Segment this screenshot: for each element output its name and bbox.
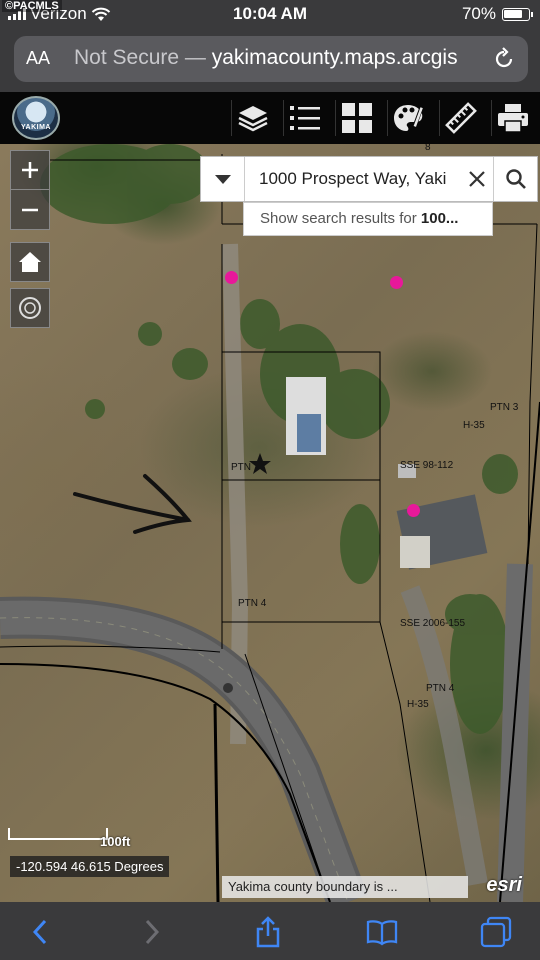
address-field[interactable]: AA Not Secure — yakimacounty.maps.arcgis bbox=[14, 36, 528, 82]
map-canvas bbox=[0, 144, 540, 902]
browser-toolbar bbox=[0, 902, 540, 960]
parcel-label: PTN bbox=[231, 462, 251, 473]
parcel-label: H-35 bbox=[463, 420, 485, 431]
parcel-label: PTN 4 bbox=[426, 683, 455, 694]
minus-icon bbox=[22, 208, 38, 211]
share-button[interactable] bbox=[248, 914, 288, 950]
parcel-label: PTN 3 bbox=[490, 402, 519, 413]
search-button[interactable] bbox=[493, 157, 537, 201]
legend-list-icon bbox=[290, 106, 320, 130]
style-button[interactable] bbox=[387, 100, 428, 136]
clock: 10:04 AM bbox=[232, 4, 307, 23]
parcel-label: SSE 2006-155 bbox=[400, 618, 466, 629]
layers-icon bbox=[238, 106, 268, 132]
battery-icon bbox=[502, 7, 533, 21]
basemap-gallery-button[interactable] bbox=[335, 100, 376, 136]
map-marker[interactable] bbox=[390, 276, 403, 289]
parcel-label: SSE 98-112 bbox=[400, 460, 454, 471]
yakima-county-logo: YAKIMA bbox=[12, 96, 60, 140]
bookmarks-button[interactable] bbox=[362, 914, 402, 950]
attribution[interactable]: Yakima county boundary is ... bbox=[222, 876, 468, 898]
battery-percent: 70% bbox=[461, 4, 496, 23]
measure-button[interactable] bbox=[439, 100, 480, 136]
chevron-right-icon bbox=[145, 919, 160, 945]
scale-bar bbox=[8, 828, 108, 840]
plus-icon bbox=[22, 162, 38, 178]
url-host: yakimacounty.maps.arcgis bbox=[211, 46, 458, 69]
search-input[interactable]: 1000 Prospect Way, Yaki bbox=[259, 169, 459, 189]
suggestion-term: 100... bbox=[420, 210, 459, 227]
tabs-icon bbox=[480, 916, 512, 948]
search-result-star-icon[interactable] bbox=[248, 452, 272, 476]
not-secure-label: Not Secure — bbox=[74, 46, 212, 69]
status-bar: Verizon ©PACMLS 10:04 AM 70% bbox=[0, 0, 540, 30]
print-icon bbox=[498, 104, 528, 133]
search-suggestion[interactable]: Show search results for 100... bbox=[243, 202, 493, 236]
caret-down-icon bbox=[214, 175, 231, 184]
zoom-controls bbox=[10, 150, 50, 230]
map-marker[interactable] bbox=[407, 504, 420, 517]
back-button[interactable] bbox=[20, 914, 60, 950]
locate-icon bbox=[19, 297, 41, 319]
map-app-header: YAKIMA bbox=[0, 92, 540, 144]
print-button[interactable] bbox=[491, 100, 532, 136]
logo-text: YAKIMA bbox=[21, 124, 51, 131]
scale-label: 100ft bbox=[100, 834, 131, 849]
basemap-gallery-icon bbox=[342, 103, 372, 133]
forward-button[interactable] bbox=[132, 914, 172, 950]
battery-group: 70% bbox=[461, 4, 533, 24]
share-icon bbox=[256, 916, 280, 948]
reload-icon[interactable] bbox=[492, 46, 516, 72]
layers-button[interactable] bbox=[231, 100, 272, 136]
url-text[interactable]: Not Secure — yakimacounty.maps.arcgis bbox=[74, 46, 484, 70]
zoom-out-button[interactable] bbox=[10, 190, 50, 229]
suggestion-prefix: Show search results for bbox=[260, 210, 421, 227]
legend-button[interactable] bbox=[283, 100, 324, 136]
browser-address-bar: AA Not Secure — yakimacounty.maps.arcgis bbox=[0, 30, 540, 92]
phone-screen: Verizon ©PACMLS 10:04 AM 70% AA Not Secu… bbox=[0, 0, 540, 960]
book-icon bbox=[366, 920, 398, 946]
locate-button[interactable] bbox=[10, 288, 50, 328]
clear-icon[interactable] bbox=[467, 169, 487, 189]
parcel-label: PTN 4 bbox=[238, 598, 267, 609]
coordinates-readout: -120.594 46.615 Degrees bbox=[10, 856, 170, 877]
ruler-icon bbox=[445, 102, 477, 134]
zoom-in-button[interactable] bbox=[10, 151, 50, 191]
map-marker[interactable] bbox=[225, 271, 238, 284]
parcel-label: 8 bbox=[425, 144, 431, 153]
vertex-dot bbox=[223, 683, 233, 693]
home-button[interactable] bbox=[10, 242, 50, 282]
search-source-dropdown[interactable] bbox=[201, 157, 245, 201]
chevron-left-icon bbox=[32, 919, 47, 945]
hand-drawn-arrow bbox=[73, 474, 192, 534]
parcel-label: H-35 bbox=[407, 699, 429, 710]
search-icon bbox=[505, 169, 526, 189]
palette-icon bbox=[394, 105, 424, 131]
tabs-button[interactable] bbox=[476, 914, 516, 950]
search-widget: 1000 Prospect Way, Yaki bbox=[200, 156, 538, 202]
esri-logo: esri bbox=[486, 874, 522, 896]
reader-button[interactable]: AA bbox=[26, 48, 50, 69]
map-view[interactable]: 8 PTN 3 H-35 PTN SSE 98-112 PTN 4 SSE 20… bbox=[0, 144, 540, 902]
home-icon bbox=[19, 252, 41, 272]
